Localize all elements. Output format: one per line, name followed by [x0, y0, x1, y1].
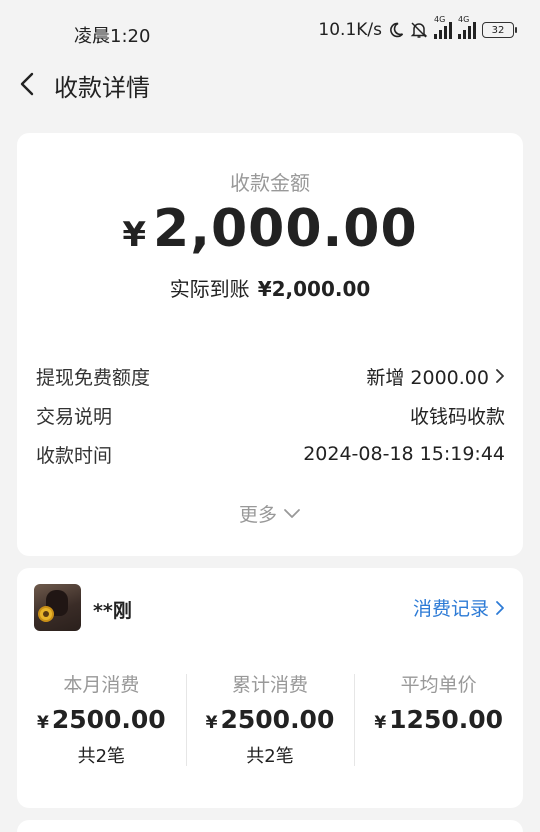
detail-value: 新增 2000.00	[366, 366, 489, 389]
arrival-amount: 实际到账 ¥2,000.00	[17, 273, 523, 302]
stat-monthly: 本月消费 ¥2500.00 共2笔	[17, 668, 186, 768]
avatar	[34, 584, 81, 631]
stat-value: ¥2500.00	[36, 705, 166, 734]
stat-label: 平均单价	[400, 674, 477, 696]
net-label-2: 4G	[458, 15, 470, 24]
detail-key: 提现免费额度	[36, 366, 151, 389]
detail-key: 收款时间	[36, 444, 113, 467]
nav-bar: 收款详情	[0, 64, 540, 104]
stat-average: 平均单价 ¥1250.00	[354, 668, 523, 768]
status-icons: 10.1K/s 4G 4G 32	[318, 15, 517, 40]
more-toggle[interactable]: 更多	[17, 500, 523, 527]
stat-count: 共2笔	[246, 746, 294, 767]
arrival-value: ¥2,000.00	[257, 277, 371, 301]
amount-label: 收款金额	[230, 171, 310, 195]
do-not-disturb-icon	[390, 22, 404, 38]
stat-label: 累计消费	[232, 674, 309, 696]
record-link-label: 消费记录	[412, 598, 489, 620]
status-time: 凌晨1:20	[74, 26, 151, 47]
muted-bell-icon	[410, 22, 428, 38]
stat-value: ¥2500.00	[205, 705, 335, 734]
amount-value: ¥2,000.00	[17, 199, 523, 259]
detail-row-time: 收款时间 2024-08-18 15:19:44	[36, 439, 505, 469]
back-arrow-icon[interactable]	[16, 68, 44, 100]
signal-icon-1: 4G	[434, 15, 452, 39]
stat-value: ¥1250.00	[374, 705, 504, 734]
customer-name: **刚	[93, 600, 132, 622]
stats-row: 本月消费 ¥2500.00 共2笔 累计消费 ¥2500.00 共2笔 平均单价…	[17, 668, 523, 768]
amount-number: 2,000.00	[153, 199, 418, 259]
chevron-right-icon	[496, 600, 504, 615]
next-card-partial	[17, 820, 523, 832]
arrival-label: 实际到账	[169, 277, 250, 301]
detail-row-free-quota[interactable]: 提现免费额度 新增 2000.00	[36, 361, 505, 391]
stat-label: 本月消费	[63, 674, 140, 696]
detail-row-description: 交易说明 收钱码收款	[36, 400, 505, 430]
page-title: 收款详情	[54, 74, 150, 102]
status-bar: 凌晨1:20 10.1K/s 4G 4G 32	[0, 0, 540, 64]
detail-value: 2024-08-18 15:19:44	[303, 443, 505, 465]
net-label-1: 4G	[434, 15, 446, 24]
currency-symbol: ¥	[122, 215, 148, 255]
consumption-record-link[interactable]: 消费记录	[413, 594, 505, 621]
detail-key: 交易说明	[36, 405, 113, 428]
detail-value: 收钱码收款	[409, 405, 505, 428]
battery-icon: 32	[482, 22, 517, 38]
payment-summary-card: 收款金额 ¥2,000.00 实际到账 ¥2,000.00 提现免费额度 新增 2…	[17, 133, 523, 556]
network-speed: 10.1K/s	[318, 20, 382, 40]
signal-icon-2: 4G	[458, 15, 476, 39]
more-label: 更多	[238, 504, 277, 526]
stat-count: 共2笔	[77, 746, 126, 767]
customer-card: **刚 消费记录 本月消费 ¥2500.00 共2笔 累计消费 ¥2500.00…	[17, 568, 523, 808]
chevron-right-icon	[496, 369, 504, 383]
chevron-down-icon	[284, 508, 300, 518]
stat-total: 累计消费 ¥2500.00 共2笔	[185, 668, 355, 768]
